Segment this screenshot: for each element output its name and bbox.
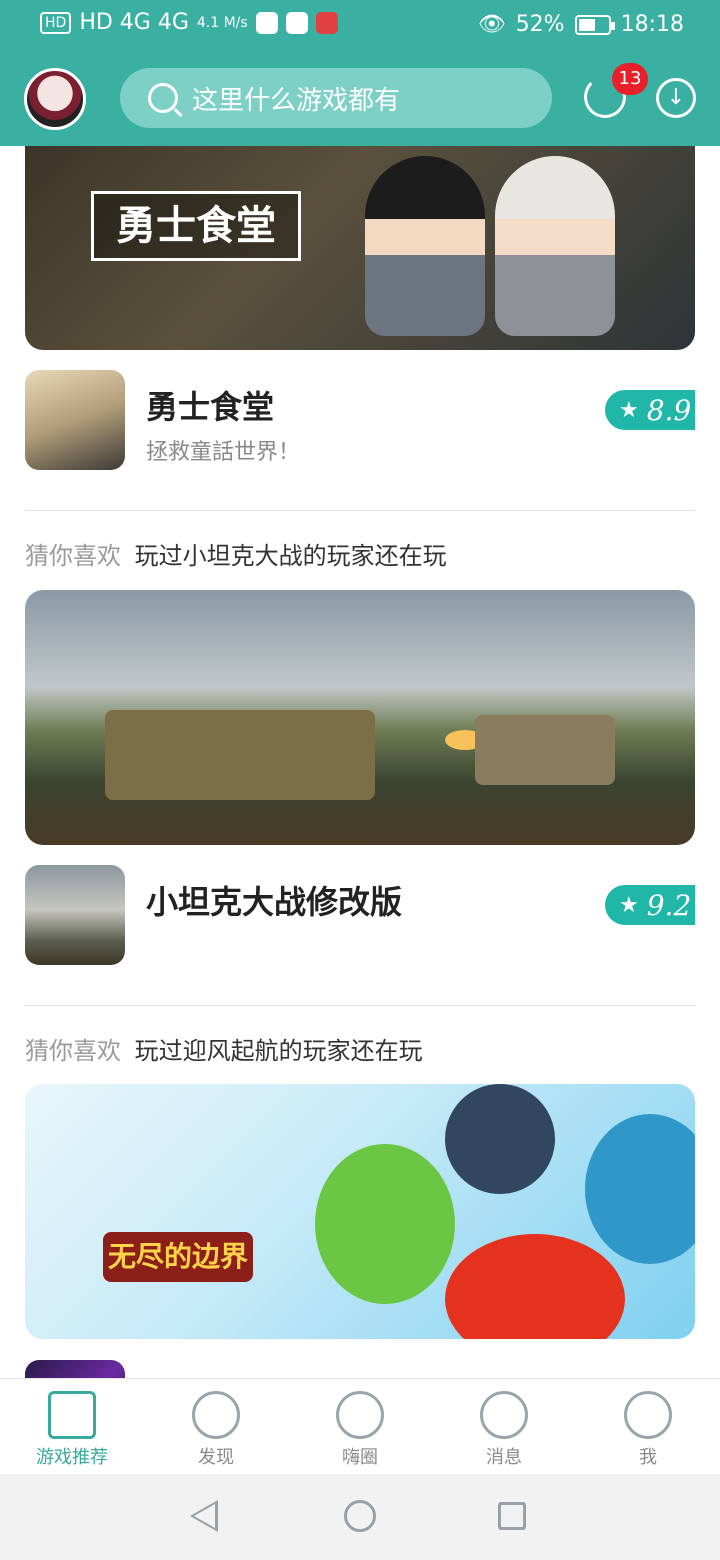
game-icon[interactable] [25, 370, 125, 470]
app-notification-icon [255, 11, 278, 34]
nav-messages[interactable]: 消息 [432, 1379, 576, 1475]
battery-percent: 52% [515, 12, 565, 37]
search-icon [148, 83, 178, 113]
rating-value: 8.9 [646, 393, 692, 427]
nav-label: 嗨圈 [342, 1447, 378, 1468]
radar-icon [192, 1391, 240, 1439]
clock: 18:18 [620, 12, 684, 37]
divider [25, 1005, 695, 1006]
game-name: 小坦克大战修改版 [146, 883, 403, 921]
community-icon [336, 1391, 384, 1439]
banner-character [495, 156, 615, 336]
search-placeholder: 这里什么游戏都有 [192, 85, 401, 116]
system-navigation-bar [0, 1474, 720, 1560]
star-icon: ★ [619, 892, 639, 918]
nav-label: 消息 [486, 1447, 522, 1468]
chat-icon [480, 1391, 528, 1439]
bottom-nav: 游戏推荐 发现 嗨圈 消息 我 [0, 1378, 720, 1474]
top-bar: HD HD 4G 4G 4.1 M/s 👁 52% 18:18 这里什么游戏都有… [0, 0, 720, 146]
section-text: 玩过迎风起航的玩家还在玩 [134, 1037, 423, 1065]
network-indicator: HD 4G 4G [79, 10, 189, 35]
game-banner[interactable]: 勇士食堂 [25, 146, 695, 350]
user-avatar[interactable] [24, 68, 86, 130]
nav-label: 游戏推荐 [36, 1447, 108, 1468]
nav-profile[interactable]: 我 [576, 1379, 720, 1475]
banner-title-art: 勇士食堂 [91, 191, 301, 261]
banner-character [585, 1114, 695, 1264]
game-banner[interactable]: 无尽的边界 [25, 1084, 695, 1339]
hd-indicator: HD [40, 11, 72, 34]
nav-home[interactable]: 游戏推荐 [0, 1379, 144, 1475]
banner-character [365, 156, 485, 336]
game-description: 拯救童話世界！ [146, 440, 301, 465]
download-icon[interactable]: ↓ [656, 78, 696, 118]
banner-tank [475, 715, 615, 785]
banner-logo: 无尽的边界 [103, 1232, 253, 1282]
banner-tank [105, 710, 375, 800]
eye-comfort-icon: 👁 [477, 12, 506, 37]
banner-character [445, 1084, 555, 1194]
game-row[interactable]: 小坦克大战修改版 ★ 9.2 [25, 865, 695, 965]
rating-badge: ★ 9.2 [605, 885, 695, 925]
star-icon: ★ [619, 397, 639, 423]
status-bar: HD HD 4G 4G 4.1 M/s 👁 52% 18:18 [0, 0, 720, 52]
game-row[interactable]: 勇士食堂 拯救童話世界！ ★ 8.9 [25, 370, 695, 470]
recent-apps-icon[interactable] [498, 1502, 526, 1530]
recommend-section-title: 猜你喜欢 玩过小坦克大战的玩家还在玩 [25, 536, 447, 571]
game-banner[interactable] [25, 590, 695, 845]
rating-value: 9.2 [646, 888, 692, 922]
back-icon[interactable] [190, 1500, 218, 1532]
game-icon[interactable] [25, 865, 125, 965]
game-name: 勇士食堂 [146, 388, 275, 426]
nav-label: 发现 [198, 1447, 234, 1468]
home-icon [48, 1391, 96, 1439]
huawei-icon [315, 11, 338, 34]
game-row[interactable] [25, 1360, 695, 1378]
recommend-section-title: 猜你喜欢 玩过迎风起航的玩家还在玩 [25, 1031, 423, 1066]
nav-label: 我 [639, 1447, 657, 1468]
update-count-badge: 13 [612, 63, 648, 95]
nav-discover[interactable]: 发现 [144, 1379, 288, 1475]
banner-character [315, 1144, 455, 1304]
home-circle-icon[interactable] [344, 1500, 376, 1532]
app-notification-icon [285, 11, 308, 34]
banner-character [445, 1234, 625, 1339]
section-prefix: 猜你喜欢 [25, 542, 121, 570]
nav-community[interactable]: 嗨圈 [288, 1379, 432, 1475]
section-prefix: 猜你喜欢 [25, 1037, 121, 1065]
game-icon[interactable] [25, 1360, 125, 1378]
search-bar[interactable]: 这里什么游戏都有 [120, 68, 552, 128]
network-speed: 4.1 M/s [196, 14, 248, 31]
rating-badge: ★ 8.9 [605, 390, 695, 430]
section-text: 玩过小坦克大战的玩家还在玩 [134, 542, 447, 570]
divider [25, 510, 695, 511]
battery-icon [574, 14, 615, 35]
profile-icon [624, 1391, 672, 1439]
